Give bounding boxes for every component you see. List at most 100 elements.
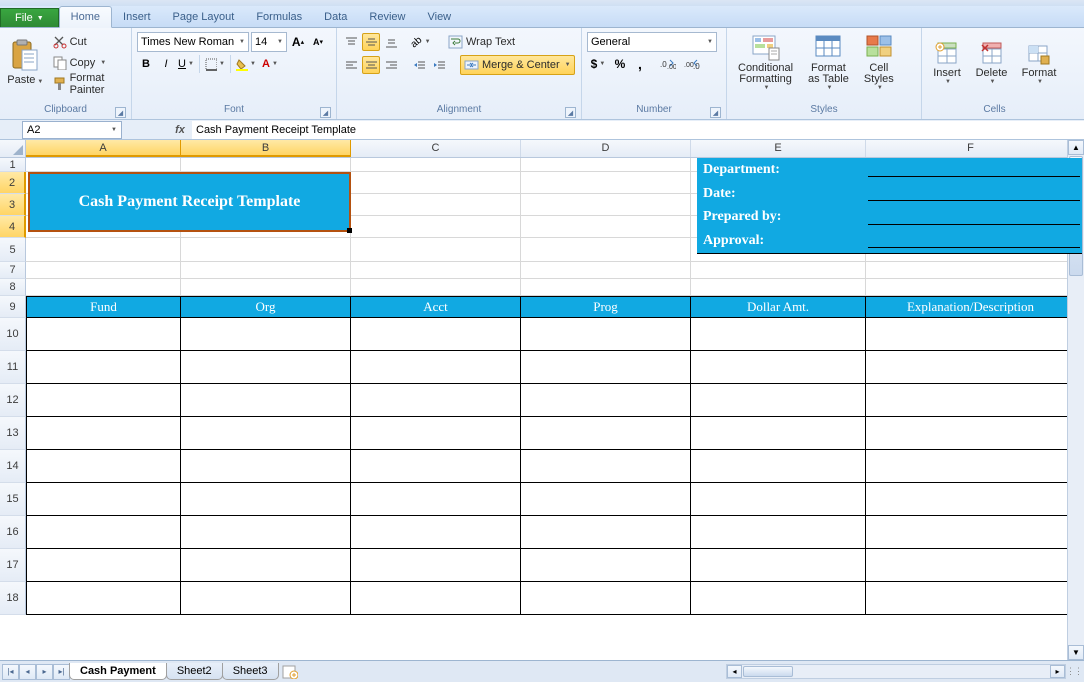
home-tab[interactable]: Home <box>59 6 112 28</box>
font-name-combo[interactable]: Times New Roman▼ <box>137 32 249 52</box>
table-cell[interactable] <box>26 351 181 384</box>
fx-button[interactable]: fx <box>172 122 188 138</box>
table-cell[interactable] <box>181 582 351 615</box>
row-header[interactable]: 15 <box>0 483 26 516</box>
row-header[interactable]: 7 <box>0 262 26 279</box>
title-cell[interactable]: Cash Payment Receipt Template <box>28 172 351 232</box>
page-layout-tab[interactable]: Page Layout <box>162 7 246 27</box>
number-format-combo[interactable]: General▼ <box>587 32 717 52</box>
sheet-nav-next[interactable]: ▸ <box>36 664 53 680</box>
th-org[interactable]: Org <box>181 296 351 318</box>
format-painter-button[interactable]: Format Painter <box>49 74 126 94</box>
table-cell[interactable] <box>866 417 1076 450</box>
worksheet-grid[interactable]: A B C D E F Cash Payment Receipt Templat… <box>0 140 1084 615</box>
file-tab[interactable]: File▼ <box>0 8 59 27</box>
cut-button[interactable]: Cut <box>49 32 126 52</box>
borders-button[interactable]: ▼ <box>204 55 226 73</box>
row-header[interactable]: 12 <box>0 384 26 417</box>
table-cell[interactable] <box>866 516 1076 549</box>
th-fund[interactable]: Fund <box>26 296 181 318</box>
font-dialog-launcher[interactable]: ◢ <box>320 107 331 118</box>
table-cell[interactable] <box>691 318 866 351</box>
scroll-down-button[interactable]: ▼ <box>1068 645 1084 660</box>
table-cell[interactable] <box>521 417 691 450</box>
wrap-text-button[interactable]: Wrap Text <box>444 32 519 52</box>
insert-cells-button[interactable]: Insert▼ <box>927 30 967 96</box>
sheet-tab-3[interactable]: Sheet3 <box>222 663 279 680</box>
th-desc[interactable]: Explanation/Description <box>866 296 1076 318</box>
sheet-tab-1[interactable]: Cash Payment <box>69 663 167 680</box>
scroll-up-button[interactable]: ▲ <box>1068 140 1084 155</box>
table-cell[interactable] <box>26 450 181 483</box>
hscroll-thumb[interactable] <box>743 666 793 677</box>
shrink-font-button[interactable]: A▾ <box>309 33 327 51</box>
percent-button[interactable]: % <box>611 55 629 73</box>
row-header[interactable]: 13 <box>0 417 26 450</box>
horizontal-scrollbar[interactable]: ◂ ▸ <box>726 664 1066 679</box>
table-cell[interactable] <box>181 351 351 384</box>
table-cell[interactable] <box>691 483 866 516</box>
table-cell[interactable] <box>691 582 866 615</box>
increase-indent-button[interactable] <box>430 56 448 74</box>
col-header-F[interactable]: F <box>866 140 1076 157</box>
row-header[interactable]: 14 <box>0 450 26 483</box>
table-cell[interactable] <box>691 516 866 549</box>
align-top-button[interactable] <box>342 33 360 51</box>
table-cell[interactable] <box>351 318 521 351</box>
table-cell[interactable] <box>26 582 181 615</box>
row-header[interactable]: 10 <box>0 318 26 351</box>
th-amt[interactable]: Dollar Amt. <box>691 296 866 318</box>
scroll-left-button[interactable]: ◂ <box>727 665 742 678</box>
col-header-A[interactable]: A <box>26 140 181 157</box>
format-cells-button[interactable]: Format▼ <box>1016 30 1062 96</box>
table-cell[interactable] <box>26 483 181 516</box>
table-cell[interactable] <box>181 483 351 516</box>
table-cell[interactable] <box>691 450 866 483</box>
bold-button[interactable]: B <box>137 55 155 73</box>
clipboard-dialog-launcher[interactable]: ◢ <box>115 107 126 118</box>
name-box[interactable]: A2▼ <box>22 121 122 139</box>
sheet-nav-prev[interactable]: ◂ <box>19 664 36 680</box>
increase-decimal-button[interactable]: .0.00 <box>657 55 679 73</box>
table-cell[interactable] <box>181 516 351 549</box>
table-cell[interactable] <box>26 318 181 351</box>
table-cell[interactable] <box>181 417 351 450</box>
table-cell[interactable] <box>866 450 1076 483</box>
table-cell[interactable] <box>181 450 351 483</box>
table-cell[interactable] <box>866 318 1076 351</box>
table-cell[interactable] <box>26 516 181 549</box>
table-cell[interactable] <box>866 384 1076 417</box>
conditional-formatting-button[interactable]: Conditional Formatting▼ <box>732 30 799 96</box>
prep-field[interactable] <box>868 210 1080 224</box>
alignment-dialog-launcher[interactable]: ◢ <box>565 107 576 118</box>
row-header[interactable]: 17 <box>0 549 26 582</box>
table-cell[interactable] <box>691 384 866 417</box>
row-header[interactable]: 11 <box>0 351 26 384</box>
number-dialog-launcher[interactable]: ◢ <box>710 107 721 118</box>
italic-button[interactable]: I <box>157 55 175 73</box>
table-cell[interactable] <box>351 483 521 516</box>
sheet-tab-2[interactable]: Sheet2 <box>166 663 223 680</box>
decrease-indent-button[interactable] <box>410 56 428 74</box>
grow-font-button[interactable]: A▴ <box>289 33 307 51</box>
select-all-corner[interactable] <box>0 140 26 157</box>
formulas-tab[interactable]: Formulas <box>245 7 313 27</box>
table-cell[interactable] <box>521 483 691 516</box>
align-center-button[interactable] <box>362 56 380 74</box>
sheet-nav-last[interactable]: ▸| <box>53 664 70 680</box>
table-cell[interactable] <box>351 516 521 549</box>
copy-button[interactable]: Copy▼ <box>49 53 126 73</box>
table-cell[interactable] <box>866 483 1076 516</box>
row-header[interactable]: 2 <box>0 172 26 194</box>
row-header[interactable]: 9 <box>0 296 26 318</box>
date-field[interactable] <box>868 187 1080 201</box>
data-tab[interactable]: Data <box>313 7 358 27</box>
paste-button[interactable]: Paste▼ <box>5 30 46 96</box>
table-cell[interactable] <box>691 549 866 582</box>
align-bottom-button[interactable] <box>382 33 400 51</box>
delete-cells-button[interactable]: Delete▼ <box>970 30 1013 96</box>
orientation-button[interactable]: ab▼ <box>410 33 432 51</box>
underline-button[interactable]: U▼ <box>177 55 195 73</box>
row-header[interactable]: 18 <box>0 582 26 615</box>
table-cell[interactable] <box>521 318 691 351</box>
